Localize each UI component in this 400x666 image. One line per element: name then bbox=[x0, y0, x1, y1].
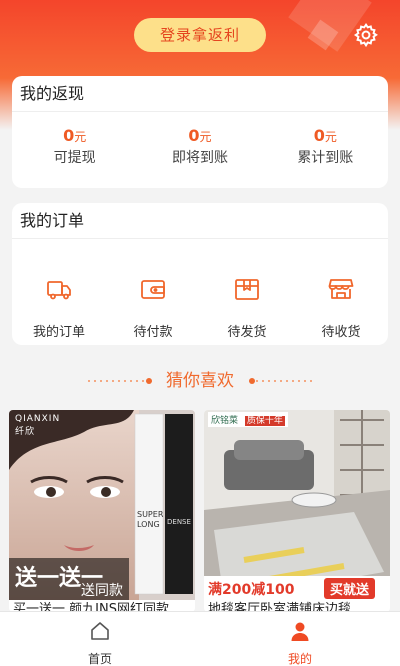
gear-icon[interactable] bbox=[353, 22, 379, 48]
tab-bar: 首页 我的 bbox=[0, 611, 400, 666]
product-brand-en: QIANXIN bbox=[15, 414, 61, 424]
cashback-label: 累计到账 bbox=[297, 150, 354, 166]
divider-dots bbox=[254, 380, 316, 382]
login-button[interactable]: 登录拿返利 bbox=[134, 18, 266, 52]
cashback-pending[interactable]: 0元 即将到账 bbox=[137, 126, 262, 167]
user-icon bbox=[291, 622, 309, 641]
tab-home[interactable]: 首页 bbox=[0, 612, 200, 666]
cashback-total[interactable]: 0元 累计到账 bbox=[263, 126, 388, 167]
divider-dots bbox=[86, 380, 148, 382]
order-unshipped-button[interactable]: 待发货 bbox=[200, 275, 294, 340]
order-unreceived-button[interactable]: 待收货 bbox=[294, 275, 388, 340]
tube-text: LONG bbox=[137, 520, 160, 529]
cashback-amount: 0元 bbox=[63, 126, 87, 145]
box-icon bbox=[235, 279, 259, 300]
cashback-label: 可提现 bbox=[53, 150, 96, 166]
tab-label: 我的 bbox=[287, 652, 312, 666]
product-brand: 欣铭菜 质保十年 bbox=[208, 412, 288, 427]
recommend-header: 猜你喜欢 bbox=[0, 366, 400, 396]
order-label: 我的订单 bbox=[32, 325, 85, 340]
product-brand-name: 欣铭菜 bbox=[211, 416, 239, 426]
cashback-withdrawable[interactable]: 0元 可提现 bbox=[12, 126, 137, 167]
tube-text: SUPER bbox=[137, 510, 164, 519]
home-icon bbox=[91, 622, 109, 640]
recommend-title: 猜你喜欢 bbox=[166, 371, 234, 391]
product-tube-label: SUPER LONG bbox=[137, 510, 163, 530]
cashback-amount: 0元 bbox=[188, 126, 212, 145]
order-all-button[interactable]: 我的订单 bbox=[12, 275, 106, 340]
cashback-label: 即将到账 bbox=[171, 150, 228, 166]
product-card[interactable]: 欣铭菜 质保十年 满200减100 买就送 地毯客厅卧室满铺床边毯 bbox=[204, 410, 390, 612]
orders-card: 我的订单 我的订单 待付款 待发货 待收货 bbox=[12, 203, 388, 345]
cashback-title: 我的返现 bbox=[12, 76, 388, 112]
tab-mine[interactable]: 我的 bbox=[200, 612, 400, 666]
tab-label: 首页 bbox=[87, 652, 112, 666]
product-tag: 质保十年 bbox=[244, 416, 285, 426]
cashback-amount: 0元 bbox=[313, 126, 337, 145]
order-label: 待收货 bbox=[321, 325, 361, 340]
product-promo-button: 买就送 bbox=[324, 578, 376, 599]
divider-dot bbox=[146, 378, 152, 384]
order-unpaid-button[interactable]: 待付款 bbox=[106, 275, 200, 340]
truck-icon bbox=[47, 281, 71, 300]
store-icon bbox=[328, 279, 354, 299]
order-label: 待付款 bbox=[133, 325, 173, 340]
product-card[interactable]: QIANXIN 纤欣 SUPER LONG DENSE 送一送一 送同款 买一送… bbox=[9, 410, 195, 612]
cashback-card: 我的返现 0元 可提现 0元 即将到账 0元 累计到账 bbox=[12, 76, 388, 188]
product-tube-label: DENSE bbox=[167, 518, 191, 526]
product-image bbox=[204, 410, 390, 600]
product-brand-cn: 纤欣 bbox=[15, 427, 36, 437]
product-title: 地毯客厅卧室满铺床边毯 bbox=[208, 602, 352, 612]
product-promo-sub: 送同款 bbox=[81, 583, 123, 599]
order-label: 待发货 bbox=[227, 325, 267, 340]
wallet-icon bbox=[141, 280, 165, 299]
orders-title: 我的订单 bbox=[12, 203, 388, 239]
tube-text: DENSE bbox=[167, 518, 191, 526]
product-brand: QIANXIN 纤欣 bbox=[15, 414, 60, 437]
product-promo: 满200减100 bbox=[208, 582, 295, 598]
product-title: 买一送一 颜九INS网红同款 bbox=[13, 602, 169, 612]
